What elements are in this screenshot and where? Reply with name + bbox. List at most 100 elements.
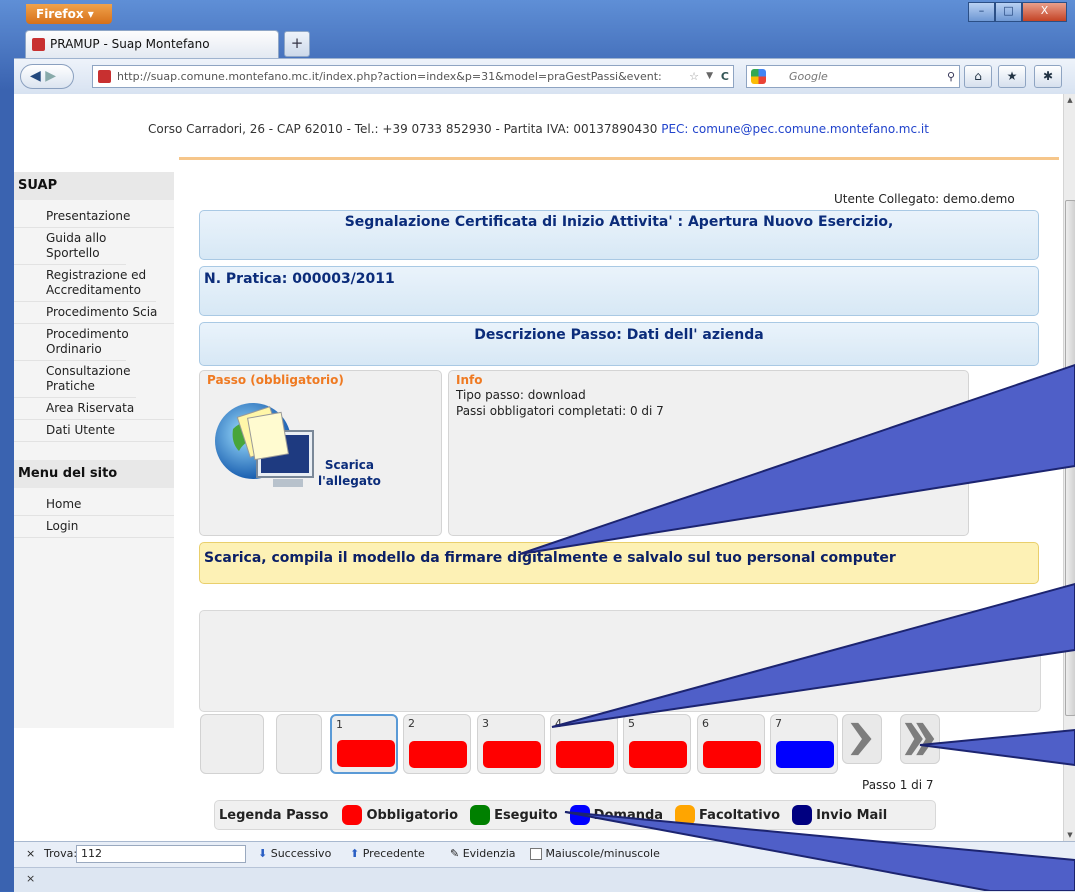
legend-label: Eseguito	[494, 807, 558, 823]
sidebar: SUAP Presentazione Guida allo Sportello …	[14, 172, 174, 728]
checkbox-icon[interactable]	[530, 848, 542, 860]
google-icon[interactable]	[751, 69, 766, 84]
forward-arrow-icon[interactable]: ▶	[45, 68, 56, 84]
site-icon	[98, 70, 111, 83]
pratica-number: N. Pratica: 000003/2011	[199, 266, 1039, 316]
sidebar-item-ordinario[interactable]: Procedimento Ordinario	[14, 324, 129, 361]
bookmark-star-icon[interactable]: ☆	[689, 66, 699, 87]
sidebar-item-dati-utente[interactable]: Dati Utente	[14, 420, 174, 442]
back-arrow-icon[interactable]: ◀	[30, 68, 41, 84]
search-placeholder: Google	[789, 70, 828, 83]
new-tab-button[interactable]: +	[284, 31, 310, 57]
step-button[interactable]: 7	[770, 714, 838, 774]
sidebar-item-consultazione[interactable]: Consultazione Pratiche	[14, 361, 136, 398]
scrollbar-thumb[interactable]	[1065, 200, 1075, 716]
sidebar-item-presentazione[interactable]: Presentazione	[14, 206, 174, 228]
url-dropdown-icon[interactable]: ▼	[706, 66, 713, 87]
step-button[interactable]: 5	[623, 714, 691, 774]
step-panel: Passo (obbligatorio) Scarica l'allegato	[199, 370, 442, 536]
down-arrow-icon: ⬇	[258, 847, 268, 860]
step-placeholder	[200, 714, 264, 774]
favicon-icon	[32, 38, 45, 51]
find-input[interactable]: 112	[76, 845, 246, 863]
step-panel-title: Passo (obbligatorio)	[207, 373, 344, 387]
find-bar: × Trova: 112 ⬇ Successivo ⬆ Precedente ✎…	[14, 841, 1075, 868]
step-status-block	[703, 741, 761, 768]
url-bar[interactable]: http://suap.comune.montefano.mc.it/index…	[92, 65, 734, 88]
step-status-block	[337, 740, 395, 767]
find-previous-button[interactable]: ⬆ Precedente	[350, 847, 425, 860]
status-bar: ×	[14, 867, 1075, 892]
search-icon[interactable]: ⚲	[947, 66, 955, 87]
match-case-checkbox[interactable]: Maiuscole/minuscole	[530, 847, 660, 860]
step-number: 4	[555, 717, 562, 730]
search-bar[interactable]: Google ⚲	[746, 65, 960, 88]
legend-swatch	[470, 805, 491, 825]
download-link[interactable]: Scarica l'allegato	[318, 457, 381, 489]
browser-tab[interactable]: PRAMUP - Suap Montefano	[25, 30, 279, 58]
legend-swatch	[342, 805, 363, 825]
navigation-toolbar: ◀ ▶ http://suap.comune.montefano.mc.it/i…	[14, 58, 1075, 95]
legend-swatch	[792, 805, 813, 825]
info-panel-title: Info	[456, 373, 483, 387]
scroll-up-icon[interactable]: ▲	[1064, 94, 1075, 106]
close-window-button[interactable]: X	[1022, 2, 1067, 22]
content-area	[199, 610, 1041, 712]
status-close-icon[interactable]: ×	[26, 872, 35, 885]
find-label: Trova:	[44, 847, 78, 860]
legend-title: Legenda Passo	[219, 807, 329, 823]
step-number: 3	[482, 717, 489, 730]
step-legend: Legenda Passo Obbligatorio Eseguito Domand…	[214, 800, 936, 830]
last-step-icon[interactable]	[900, 714, 940, 764]
bookmarks-button[interactable]: ★	[998, 65, 1026, 88]
url-text: http://suap.comune.montefano.mc.it/index…	[117, 70, 662, 83]
maximize-button[interactable]: □	[995, 2, 1022, 22]
find-next-button[interactable]: ⬇ Successivo	[258, 847, 331, 860]
instruction-message: Scarica, compila il modello da firmare d…	[199, 542, 1039, 584]
logged-user: Utente Collegato: demo.demo	[834, 192, 1015, 206]
step-status-block	[629, 741, 687, 768]
sidebar-item-area-riservata[interactable]: Area Riservata	[14, 398, 174, 420]
legend-swatch	[675, 805, 696, 825]
addon-button[interactable]: ✱	[1034, 65, 1062, 88]
step-number: 1	[336, 718, 343, 731]
step-button[interactable]: 4	[550, 714, 618, 774]
vertical-scrollbar[interactable]: ▲ ▼	[1063, 94, 1075, 841]
step-number: 5	[628, 717, 635, 730]
legend-swatch	[569, 805, 590, 825]
step-status-block	[483, 741, 541, 768]
step-number: 6	[702, 717, 709, 730]
header-divider	[179, 157, 1059, 160]
pratica-title: Segnalazione Certificata di Inizio Attiv…	[199, 210, 1039, 260]
download-attachment-icon[interactable]	[213, 399, 323, 495]
info-panel: Info Tipo passo: download Passi obbligat…	[448, 370, 969, 536]
sidebar-item-login[interactable]: Login	[14, 516, 174, 538]
pec-link[interactable]: PEC: comune@pec.comune.montefano.mc.it	[661, 122, 929, 136]
scroll-down-icon[interactable]: ▼	[1064, 829, 1075, 841]
sidebar-item-scia[interactable]: Procedimento Scia	[14, 302, 174, 324]
step-placeholder	[276, 714, 322, 774]
sidebar-item-registrazione[interactable]: Registrazione ed Accreditamento	[14, 265, 156, 302]
reload-icon[interactable]: C	[721, 66, 729, 87]
back-forward-button[interactable]: ◀ ▶	[20, 64, 74, 89]
step-position: Passo 1 di 7	[862, 778, 934, 792]
window-controls: – □ X	[968, 2, 1067, 22]
next-step-icon[interactable]	[842, 714, 882, 764]
sidebar-item-guida[interactable]: Guida allo Sportello	[14, 228, 126, 265]
find-close-icon[interactable]: ×	[26, 847, 35, 860]
highlight-button[interactable]: ✎ Evidenzia	[450, 847, 516, 860]
step-status-block	[556, 741, 614, 768]
sidebar-item-home[interactable]: Home	[14, 494, 174, 516]
tab-title: PRAMUP - Suap Montefano	[50, 37, 210, 51]
home-button[interactable]: ⌂	[964, 65, 992, 88]
step-number: 7	[775, 717, 782, 730]
step-button[interactable]: 1	[330, 714, 398, 774]
step-button[interactable]: 2	[403, 714, 471, 774]
minimize-button[interactable]: –	[968, 2, 995, 22]
step-button[interactable]: 6	[697, 714, 765, 774]
up-arrow-icon: ⬆	[350, 847, 360, 860]
page-viewport: Corso Carradori, 26 - CAP 62010 - Tel.: …	[14, 94, 1063, 841]
step-description: Descrizione Passo: Dati dell' azienda	[199, 322, 1039, 366]
firefox-menu-button[interactable]: Firefox ▾	[26, 4, 112, 24]
step-button[interactable]: 3	[477, 714, 545, 774]
